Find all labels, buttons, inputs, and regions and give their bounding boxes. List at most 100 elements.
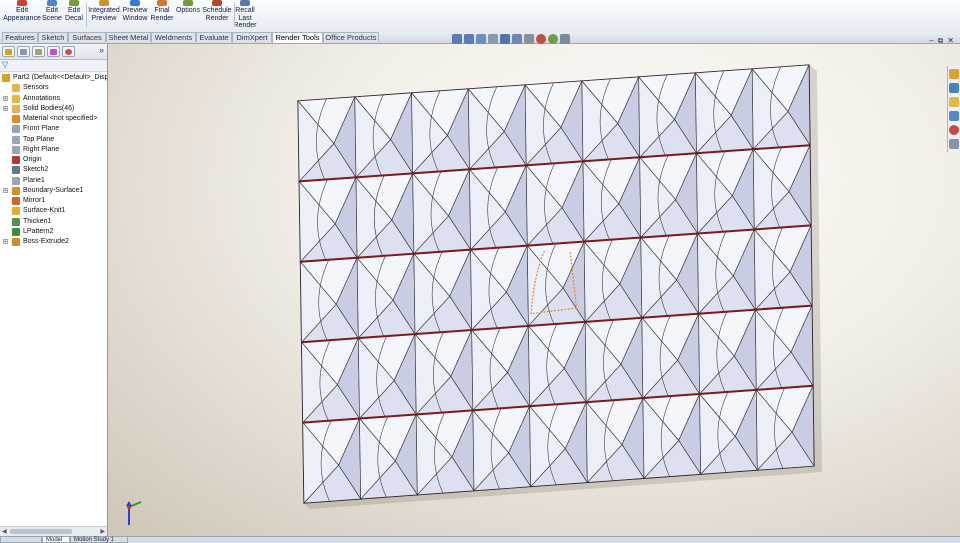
material-icon	[12, 115, 20, 123]
tab-render-tools[interactable]: Render Tools	[272, 32, 323, 43]
bottom-tab-motion-study-1[interactable]: Motion Study 1	[70, 537, 128, 543]
feature-tree: Part2 (Default<<Default>_Disp Sensors + Ann…	[0, 73, 107, 247]
tree-item-label: Front Plane	[23, 125, 60, 133]
configuration-manager-icon[interactable]	[32, 46, 45, 57]
scroll-right-icon[interactable]: ▶	[100, 528, 105, 535]
tree-item[interactable]: Top Plane	[0, 135, 107, 145]
tree-item[interactable]: Mirror1	[0, 196, 107, 206]
tree-item-label: Annotations	[23, 94, 60, 102]
zoom-area-icon[interactable]	[464, 34, 474, 44]
section-view-icon[interactable]	[488, 34, 498, 44]
tree-item[interactable]: Origin	[0, 155, 107, 165]
tree-item-label: Sensors	[23, 84, 49, 92]
minimize-icon[interactable]: –	[929, 36, 933, 46]
ribbon-button-label: Recall	[235, 7, 255, 14]
edit-appearance-icon[interactable]	[536, 34, 546, 44]
part-icon	[2, 74, 10, 82]
close-icon[interactable]: ✕	[947, 36, 954, 46]
integrated-preview-icon	[99, 0, 109, 6]
view-palette-icon[interactable]	[949, 111, 959, 121]
scroll-left-icon[interactable]: ◀	[2, 528, 7, 535]
appearances-icon[interactable]	[949, 125, 959, 135]
custom-properties-icon[interactable]	[949, 139, 959, 149]
tree-item[interactable]: Thicken1	[0, 217, 107, 227]
surface-knit-icon	[12, 207, 20, 216]
tree-item[interactable]: Plane1	[0, 176, 107, 186]
reference-triad	[126, 501, 142, 525]
resources-icon[interactable]	[949, 69, 959, 79]
zoom-to-fit-icon[interactable]	[452, 34, 462, 44]
tree-item[interactable]: Sketch2	[0, 165, 107, 175]
recall-render-icon	[240, 0, 250, 6]
tree-item-label: Material <not specified>	[23, 115, 98, 122]
tree-item[interactable]: LPattern2	[0, 227, 107, 237]
tree-item[interactable]: + Boss-Extrude2	[0, 237, 107, 247]
scrollbar-thumb[interactable]	[10, 529, 72, 534]
more-tabs-icon[interactable]: »	[99, 45, 104, 55]
tree-item-label: Plane1	[23, 176, 45, 184]
tree-item-label: Sketch2	[23, 166, 49, 174]
previous-view-icon[interactable]	[476, 34, 486, 44]
horizontal-scrollbar[interactable]: ◀ ▶	[0, 526, 107, 536]
display-manager-icon[interactable]	[62, 46, 75, 57]
tab-evaluate[interactable]: Evaluate	[196, 32, 232, 42]
ribbon-separator	[86, 3, 87, 27]
tree-item[interactable]: Front Plane	[0, 124, 107, 134]
mirror-icon	[12, 197, 20, 205]
hide-show-icon[interactable]	[524, 34, 534, 44]
bottom-tab-model[interactable]: Model	[42, 537, 70, 543]
expand-icon[interactable]: +	[3, 95, 8, 101]
property-manager-icon[interactable]	[17, 46, 30, 57]
view-settings-icon[interactable]	[560, 34, 570, 44]
tab-surfaces[interactable]: Surfaces	[68, 32, 106, 42]
tree-item-label: Top Plane	[23, 135, 55, 143]
window-controls: – ⧉ ✕	[929, 36, 954, 46]
tree-item[interactable]: Right Plane	[0, 145, 107, 155]
boss-extrude-icon	[12, 238, 20, 246]
tree-item-label: Right Plane	[23, 145, 60, 153]
filter-icon[interactable]: ▽	[2, 61, 11, 69]
bottom-tab-nav[interactable]	[0, 537, 42, 543]
boundary-surface-icon	[12, 186, 20, 195]
tab-features[interactable]: Features	[2, 32, 38, 42]
ribbon-button-label: Decal	[65, 14, 83, 22]
tab-dimxpert[interactable]: DimXpert	[232, 32, 272, 42]
tab-sheet-metal[interactable]: Sheet Metal	[106, 32, 151, 42]
tree-item-label: Thicken1	[23, 217, 52, 225]
paneled-surface-model[interactable]	[108, 44, 960, 536]
sensors-icon	[12, 84, 20, 93]
recall-render-button[interactable]: Recall Last Render	[223, 0, 267, 30]
schedule-render-icon	[212, 0, 222, 6]
plane-icon	[12, 135, 20, 144]
expand-icon[interactable]: +	[3, 105, 8, 111]
tab-weldments[interactable]: Weldments	[151, 32, 196, 42]
tree-item-label: Part2 (Default<<Default>_Disp	[13, 74, 107, 81]
tree-item[interactable]: Part2 (Default<<Default>_Disp	[0, 73, 107, 83]
tree-item-label: Mirror1	[23, 197, 46, 204]
plane-icon	[12, 176, 20, 185]
tree-item[interactable]: Sensors	[0, 83, 107, 93]
tree-item[interactable]: Material <not specified>	[0, 114, 107, 124]
expand-icon[interactable]: +	[3, 239, 8, 245]
tree-item[interactable]: Surface-Knit1	[0, 206, 107, 216]
feature-manager-panel: » ▽ Part2 (Default<<Default>_Disp Sensors…	[0, 44, 108, 536]
feature-tree-icon[interactable]	[2, 46, 15, 57]
design-library-icon[interactable]	[949, 83, 959, 93]
dimxpert-manager-icon[interactable]	[47, 46, 60, 57]
expand-icon[interactable]: +	[3, 187, 8, 193]
graphics-area[interactable]	[108, 44, 960, 536]
display-style-icon[interactable]	[512, 34, 522, 44]
view-orientation-icon[interactable]	[500, 34, 510, 44]
file-explorer-icon[interactable]	[949, 97, 959, 107]
render-tools-ribbon: Edit Appearance Edit Scene Edit Decal Integrat…	[0, 0, 960, 33]
restore-icon[interactable]: ⧉	[938, 36, 944, 46]
ribbon-button-label: Render	[150, 14, 174, 22]
solid-bodies-icon	[12, 104, 20, 113]
ribbon-separator	[234, 3, 235, 27]
tab-sketch[interactable]: Sketch	[38, 32, 68, 42]
tab-office-products[interactable]: Office Products	[323, 32, 379, 42]
apply-scene-icon[interactable]	[548, 34, 558, 44]
tree-item[interactable]: + Boundary-Surface1	[0, 186, 107, 196]
tree-item[interactable]: + Solid Bodies(46)	[0, 104, 107, 114]
tree-item[interactable]: + Annotations	[0, 94, 107, 104]
